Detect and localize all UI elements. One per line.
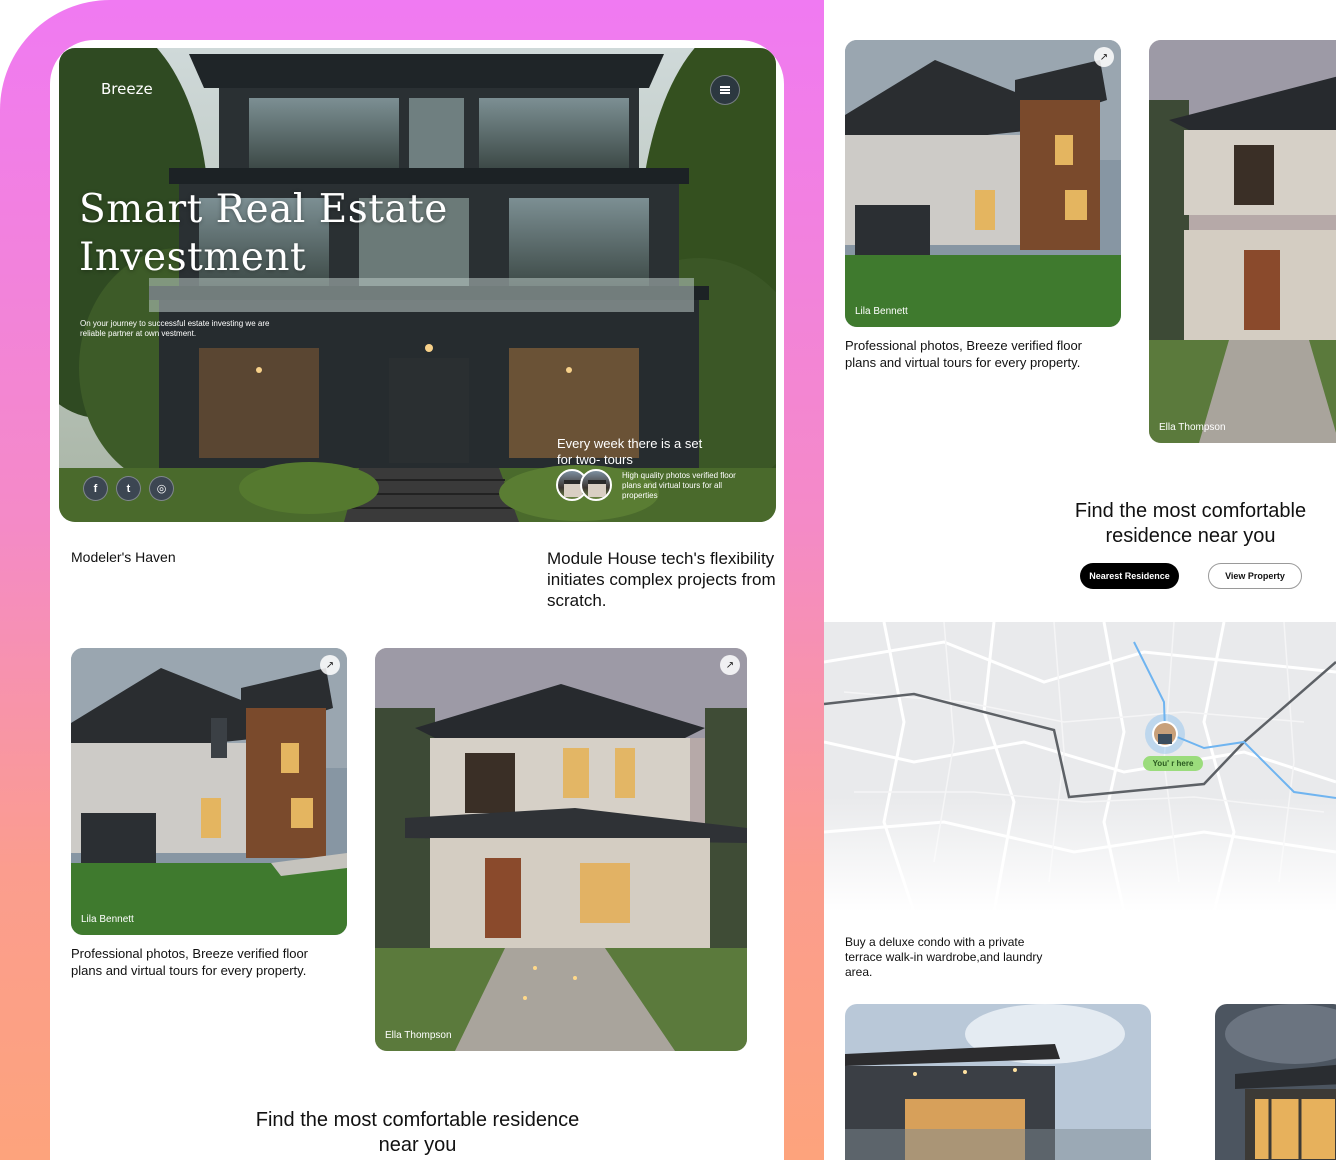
map-view[interactable] [824, 621, 1336, 913]
hero-title: Smart Real Estate Investment [79, 187, 448, 280]
property-card[interactable] [1215, 1004, 1336, 1160]
property-card-ella[interactable]: Ella Thompson [1149, 40, 1336, 443]
card-caption: Professional photos, Breeze verified flo… [71, 946, 309, 978]
property-description: Buy a deluxe condo with a private terrac… [845, 935, 1043, 979]
menu-button[interactable] [710, 75, 740, 105]
section-description: Module House tech's flexibility initiate… [547, 549, 776, 610]
card-owner-name: Ella Thompson [385, 1030, 452, 1041]
modern-villa-image [845, 1004, 1151, 1160]
card-owner-name: Lila Bennett [855, 306, 908, 317]
tour-thumbnail[interactable] [580, 469, 612, 501]
hamburger-icon [720, 89, 730, 91]
facebook-icon[interactable]: f [83, 476, 108, 501]
weekly-tours-title: Every week there is a set for two- tours [557, 436, 703, 467]
modern-house-image [845, 40, 1121, 327]
open-arrow-icon[interactable]: ↗ [720, 655, 740, 675]
find-residence-title: Find the most comfortable residence near… [1074, 500, 1307, 547]
weekly-tours-subtitle: High quality photos verified floor plans… [622, 471, 736, 500]
two-story-house-image [1149, 40, 1336, 443]
card-owner-name: Ella Thompson [1159, 422, 1226, 433]
property-card-lila[interactable]: ↗ Lila Bennett [845, 40, 1121, 327]
find-residence-title: Find the most comfortable residence near… [255, 1109, 580, 1156]
hero-subtitle: On your journey to successful estate inv… [80, 319, 270, 338]
modern-house-image [71, 648, 347, 935]
open-arrow-icon[interactable]: ↗ [320, 655, 340, 675]
left-screen: Breeze Smart Real Estate Investment On y… [50, 40, 784, 1160]
property-card-ella[interactable]: ↗ Ella Thompson [375, 648, 747, 1051]
hero-banner: Breeze Smart Real Estate Investment On y… [59, 48, 776, 522]
tour-thumbnails[interactable] [556, 469, 612, 501]
card-caption: Professional photos, Breeze verified flo… [845, 338, 1083, 370]
current-location-label: You' r here [1143, 756, 1203, 771]
property-card[interactable] [845, 1004, 1151, 1160]
instagram-icon[interactable]: ◎ [149, 476, 174, 501]
street-map [824, 621, 1336, 913]
view-property-button[interactable]: View Property [1208, 563, 1302, 589]
twitter-icon[interactable]: t [116, 476, 141, 501]
brand-logo[interactable]: Breeze [101, 80, 153, 98]
section-title: Modeler's Haven [71, 549, 176, 565]
right-screen: ↗ Lila Bennett Professional photos, Bree… [824, 0, 1336, 1160]
nearest-residence-button[interactable]: Nearest Residence [1080, 563, 1179, 589]
two-story-house-image [375, 648, 747, 1051]
social-links: f t ◎ [83, 476, 174, 501]
modern-villa-image [1215, 1004, 1336, 1160]
card-owner-name: Lila Bennett [81, 914, 134, 925]
property-card-lila[interactable]: ↗ Lila Bennett [71, 648, 347, 935]
open-arrow-icon[interactable]: ↗ [1094, 47, 1114, 67]
